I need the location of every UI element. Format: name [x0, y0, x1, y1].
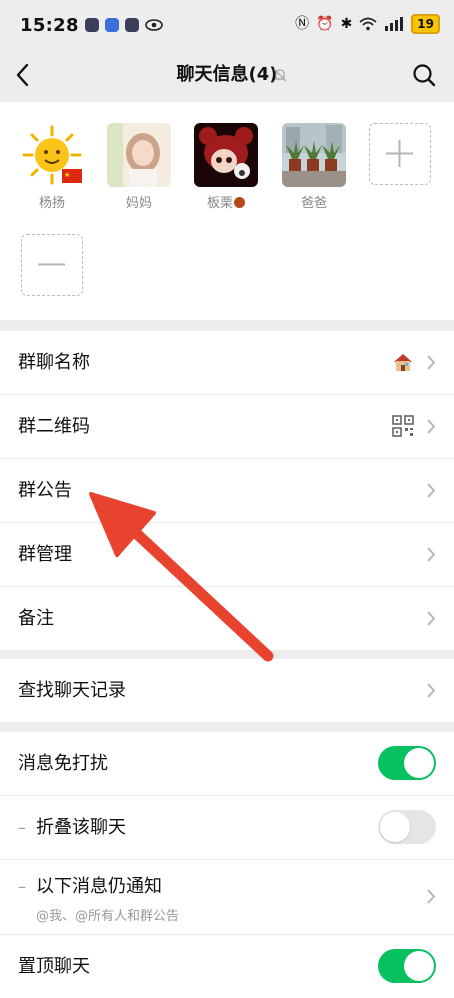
nfc-icon: Ⓝ	[295, 16, 310, 32]
row-label: 群公告	[18, 480, 72, 501]
still-notify-row[interactable]: – 以下消息仍通知 @我、@所有人和群公告	[0, 860, 454, 935]
row-label: 群管理	[18, 544, 72, 565]
svg-text:★: ★	[64, 171, 70, 179]
pin-chat-row: 置顶聊天	[0, 935, 454, 998]
row-label: 备注	[18, 608, 54, 629]
bluetooth-icon: ✱	[340, 16, 353, 32]
basketball-emoji-icon	[234, 197, 245, 208]
toggle-knob	[404, 748, 434, 778]
alarm-icon: ⏰	[316, 16, 334, 32]
chevron-right-icon	[427, 355, 436, 370]
member-item[interactable]: 妈妈	[107, 123, 171, 211]
row-label: 查找聊天记录	[18, 680, 126, 701]
status-bar: 15:28 Ⓝ ⏰ ✱ 19	[0, 0, 454, 50]
fold-chat-toggle[interactable]	[378, 810, 436, 844]
signal-icon	[385, 17, 404, 31]
notification-app-icon	[124, 18, 139, 32]
house-emoji-icon	[394, 354, 412, 371]
member-name-text: 板栗	[206, 196, 233, 211]
member-item[interactable]: 板栗	[194, 123, 258, 211]
row-label: 折叠该聊天	[36, 817, 126, 838]
group-name-row[interactable]: 群聊名称	[0, 331, 454, 395]
row-label: 群聊名称	[18, 352, 90, 373]
mute-toggle[interactable]	[378, 746, 436, 780]
group-qr-row[interactable]: 群二维码	[0, 395, 454, 459]
row-label: 群二维码	[18, 416, 90, 437]
group-settings-section: 群聊名称 群二维码 群公告 群管理 备注	[0, 331, 454, 650]
mute-row: 消息免打扰	[0, 732, 454, 796]
remark-row[interactable]: 备注	[0, 587, 454, 650]
add-member-button[interactable]	[369, 123, 431, 185]
group-notice-row[interactable]: 群公告	[0, 459, 454, 523]
status-time: 15:28	[20, 14, 79, 36]
row-label: 置顶聊天	[18, 956, 90, 977]
avatar[interactable]	[194, 123, 258, 187]
chevron-right-icon	[427, 683, 436, 698]
toggle-knob	[380, 812, 410, 842]
bear-doll-avatar	[194, 123, 258, 187]
page-title: 聊天信息(4)	[176, 64, 278, 85]
plus-icon	[386, 140, 413, 167]
chevron-right-icon	[427, 547, 436, 562]
eye-icon	[144, 19, 163, 31]
avatar[interactable]: ★	[20, 123, 84, 187]
mute-bell-icon	[273, 68, 287, 82]
notification-app-icon	[84, 18, 99, 32]
qr-code-icon	[392, 415, 414, 437]
chevron-right-icon	[427, 889, 436, 904]
group-manage-row[interactable]: 群管理	[0, 523, 454, 587]
search-icon[interactable]	[412, 63, 436, 87]
plants-photo-avatar	[282, 123, 346, 187]
member-name: 板栗	[194, 192, 258, 211]
notification-app-icon	[104, 18, 119, 32]
chevron-right-icon	[427, 611, 436, 626]
member-item[interactable]: ★ 杨扬	[20, 123, 84, 211]
chevron-right-icon	[427, 483, 436, 498]
row-sublabel: @我、@所有人和群公告	[36, 909, 180, 924]
member-name: 爸爸	[300, 196, 327, 211]
remove-member-button[interactable]	[21, 234, 83, 296]
nav-bar: 聊天信息(4)	[0, 50, 454, 102]
minus-icon	[38, 263, 65, 266]
battery-indicator: 19	[411, 14, 440, 34]
member-grid: ★ 杨扬 妈妈 板栗 爸爸	[0, 102, 454, 320]
wifi-icon	[359, 17, 377, 31]
notification-settings-section: 消息免打扰 – 折叠该聊天 – 以下消息仍通知 @我、@所有人和群公告 置顶聊天	[0, 732, 454, 998]
sub-setting-dash: –	[18, 877, 26, 896]
member-item[interactable]: 爸爸	[282, 123, 346, 211]
sub-setting-dash: –	[18, 818, 26, 837]
girl-photo-avatar	[107, 123, 171, 187]
member-name: 妈妈	[125, 196, 152, 211]
fold-chat-row: – 折叠该聊天	[0, 796, 454, 860]
toggle-knob	[404, 951, 434, 981]
sun-avatar-icon: ★	[20, 123, 84, 187]
row-label: 消息免打扰	[18, 753, 108, 774]
avatar[interactable]	[282, 123, 346, 187]
search-history-section: 查找聊天记录	[0, 659, 454, 722]
avatar[interactable]	[107, 123, 171, 187]
chevron-right-icon	[427, 419, 436, 434]
search-history-row[interactable]: 查找聊天记录	[0, 659, 454, 722]
status-right: Ⓝ ⏰ ✱ 19	[295, 14, 440, 34]
pin-chat-toggle[interactable]	[378, 949, 436, 983]
member-name: 杨扬	[38, 196, 65, 211]
